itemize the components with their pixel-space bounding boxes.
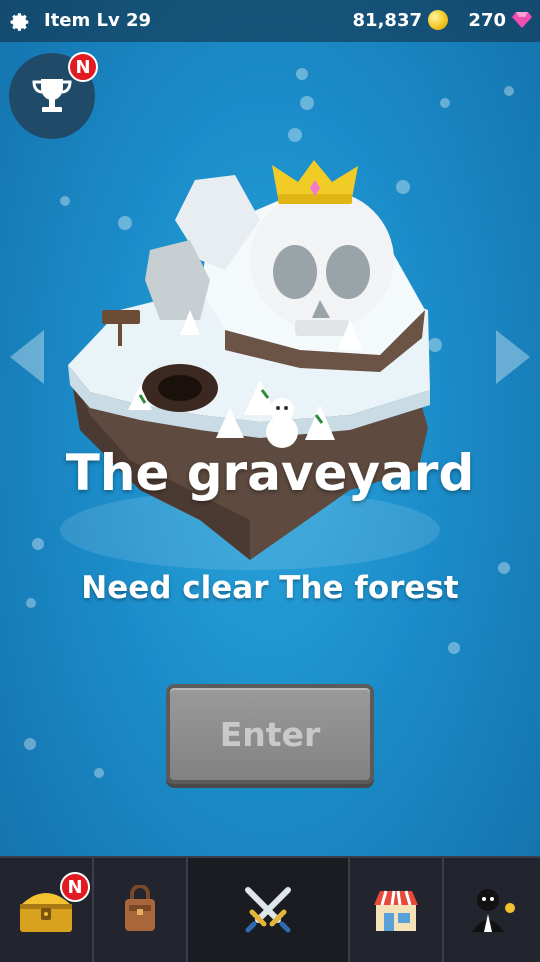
graveyard-island-illustration	[60, 160, 440, 570]
stage-title: The graveyard	[65, 444, 475, 502]
snowflake	[300, 96, 314, 110]
nav-treasure-chest[interactable]: N	[0, 858, 94, 962]
coin-icon	[428, 10, 448, 30]
previous-stage-arrow[interactable]	[10, 330, 44, 384]
backpack-icon	[125, 885, 155, 931]
trophy-icon	[32, 79, 72, 112]
nav-battle[interactable]	[188, 858, 350, 962]
chest-notification-badge: N	[60, 872, 90, 902]
gem-icon	[512, 12, 532, 28]
snowflake	[296, 68, 308, 80]
snowflake	[94, 768, 104, 778]
enter-button[interactable]: Enter	[166, 684, 374, 784]
item-level-label: Item Lv 29	[44, 10, 152, 31]
nav-butler[interactable]	[444, 858, 540, 962]
gear-icon[interactable]	[8, 9, 34, 35]
crossed-swords-icon	[245, 887, 291, 933]
snowflake	[448, 642, 460, 654]
butler-icon	[472, 889, 515, 932]
stage-requirement: Need clear The forest	[81, 570, 459, 606]
nav-backpack[interactable]	[94, 858, 188, 962]
bottom-nav: N	[0, 856, 540, 962]
trophy-notification-badge: N	[68, 52, 98, 82]
gem-amount: 270	[468, 10, 506, 31]
snowflake	[24, 738, 36, 750]
gold-amount: 81,837	[352, 10, 422, 31]
top-bar: Item Lv 29 81,837 270	[0, 0, 540, 42]
snowflake	[32, 538, 44, 550]
store-icon	[374, 890, 418, 931]
snowflake	[440, 98, 450, 108]
nav-store[interactable]	[350, 858, 444, 962]
snowflake	[504, 86, 514, 96]
next-stage-arrow[interactable]	[496, 330, 530, 384]
snowflake	[288, 128, 302, 142]
